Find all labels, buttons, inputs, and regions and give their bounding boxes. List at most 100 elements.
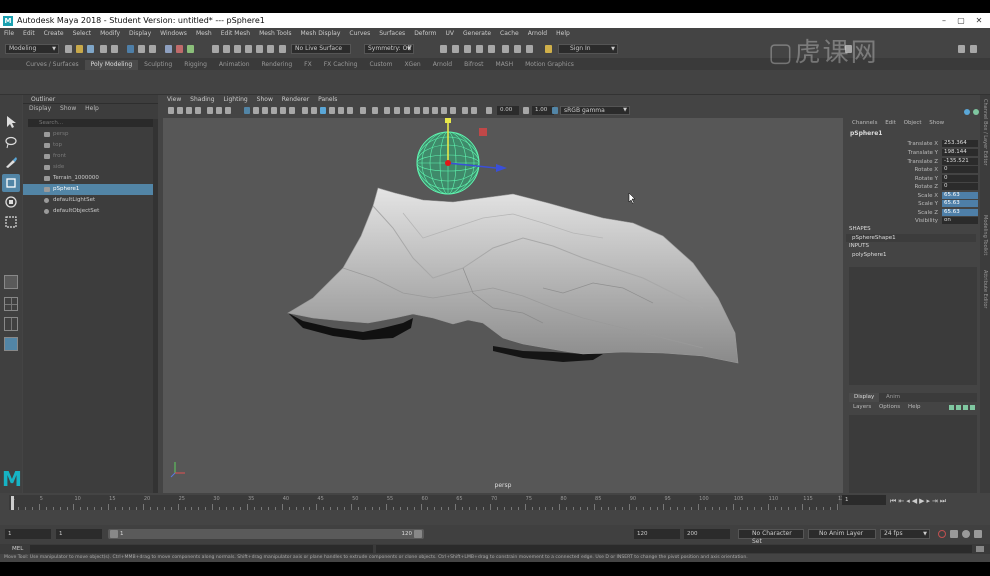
selection-mask-icon[interactable] <box>165 45 172 53</box>
playback-start-field[interactable]: 1 <box>56 529 102 539</box>
attr-scale-y[interactable]: Scale Y 65.63 <box>846 200 980 208</box>
script-editor-icon[interactable] <box>976 546 984 552</box>
new-scene-icon[interactable] <box>65 45 72 53</box>
shelf-tab-arnold[interactable]: Arnold <box>427 60 458 70</box>
exposure-icon[interactable] <box>404 107 410 114</box>
attr-value[interactable]: 65.63 <box>942 209 978 216</box>
attr-value[interactable]: 0 <box>942 183 978 190</box>
menu-mesh-display[interactable]: Mesh Display <box>301 30 341 37</box>
playback-end-field[interactable]: 120 <box>634 529 680 539</box>
select-hierarchy-icon[interactable] <box>127 45 134 53</box>
current-time-marker[interactable] <box>11 496 14 510</box>
shelf-tab-mash[interactable]: MASH <box>490 60 520 70</box>
layer-icons[interactable] <box>949 405 975 410</box>
channel-box-menu-object[interactable]: Object <box>904 120 922 126</box>
sign-in-dropdown[interactable]: Sign In ▼ <box>558 44 618 54</box>
attr-value[interactable]: -135.521 <box>942 158 978 165</box>
menu-help[interactable]: Help <box>556 30 570 37</box>
redo-icon[interactable] <box>111 45 118 53</box>
viewport-menu-view[interactable]: View <box>167 96 181 103</box>
channel-box-menu-show[interactable]: Show <box>929 120 944 126</box>
menu-mesh-tools[interactable]: Mesh Tools <box>259 30 291 37</box>
layer-menu-options[interactable]: Options <box>879 404 900 410</box>
outliner-menu-help[interactable]: Help <box>85 105 99 112</box>
rotate-tool-icon[interactable] <box>4 195 18 209</box>
layer-menu-help[interactable]: Help <box>908 404 921 410</box>
exposure-icon[interactable] <box>414 107 420 114</box>
bookmark-icon[interactable] <box>186 107 192 114</box>
xray-active-icon[interactable] <box>384 107 390 114</box>
two-pane-layout-icon[interactable] <box>4 317 18 331</box>
render-icon[interactable] <box>440 45 447 53</box>
play-icon[interactable] <box>514 45 521 53</box>
single-pane-layout-icon[interactable] <box>4 275 18 289</box>
menu-file[interactable]: File <box>4 30 14 37</box>
attr-scale-z[interactable]: Scale Z 65.63 <box>846 209 980 217</box>
menu-uv[interactable]: UV <box>446 30 455 37</box>
menu-surfaces[interactable]: Surfaces <box>379 30 405 37</box>
motion-blur-icon[interactable] <box>329 107 335 114</box>
exposure-icon[interactable] <box>394 107 400 114</box>
resolution-gate-icon[interactable] <box>225 107 231 114</box>
channel-box-menu-channels[interactable]: Channels <box>852 120 877 126</box>
select-component-icon[interactable] <box>149 45 156 53</box>
exposure-icon[interactable] <box>441 107 447 114</box>
gamma-field[interactable]: 1.00 <box>532 106 554 115</box>
mask-icon[interactable] <box>176 45 183 53</box>
move-tool-button[interactable] <box>2 174 20 192</box>
layer-menu-layers[interactable]: Layers <box>853 404 871 410</box>
outliner-item-side[interactable]: side <box>23 162 158 173</box>
scale-tool-icon[interactable] <box>4 215 18 229</box>
ambient-occlusion-icon[interactable] <box>320 107 326 114</box>
live-surface-field[interactable]: No Live Surface <box>291 44 351 54</box>
attr-translate-z[interactable]: Translate Z -135.521 <box>846 158 980 166</box>
menu-curves[interactable]: Curves <box>349 30 370 37</box>
shelf-tab-custom[interactable]: Custom <box>363 60 398 70</box>
textured-icon[interactable] <box>271 107 277 114</box>
outliner-item-top[interactable]: top <box>23 140 158 151</box>
shadows-icon[interactable] <box>289 107 295 114</box>
select-object-icon[interactable] <box>138 45 145 53</box>
outliner-item-persp[interactable]: persp <box>23 129 158 140</box>
time-ruler[interactable]: 1510152025303540455055606570758085909510… <box>9 495 848 510</box>
render-icon[interactable] <box>452 45 459 53</box>
outliner-item-default-object-set[interactable]: defaultObjectSet <box>23 206 158 217</box>
fps-dropdown[interactable]: 24 fps ▼ <box>880 529 930 539</box>
four-pane-layout-icon[interactable] <box>4 297 18 311</box>
start-time-field[interactable]: 1 <box>5 529 51 539</box>
grid-icon[interactable] <box>207 107 213 114</box>
depth-of-field-icon[interactable] <box>347 107 353 114</box>
shelf-tab-rendering[interactable]: Rendering <box>256 60 299 70</box>
side-tab-channel-box[interactable]: Channel Box / Layer Editor <box>982 99 988 166</box>
exposure-icon[interactable] <box>423 107 429 114</box>
outliner-item-default-light-set[interactable]: defaultLightSet <box>23 195 158 206</box>
anti-aliasing-icon[interactable] <box>338 107 344 114</box>
paint-select-tool-icon[interactable] <box>4 155 18 169</box>
menu-cache[interactable]: Cache <box>500 30 519 37</box>
go-to-end-icon[interactable]: ⏭ <box>940 497 948 505</box>
input-node[interactable]: polySphere1 <box>846 251 976 259</box>
exposure-field[interactable]: 0.00 <box>497 106 519 115</box>
step-forward-key-icon[interactable]: ⇥ <box>932 497 940 505</box>
render-icon[interactable] <box>464 45 471 53</box>
step-back-key-icon[interactable]: ⇤ <box>898 497 906 505</box>
shelf-tab-fx[interactable]: FX <box>298 60 318 70</box>
layer-editor-icon[interactable] <box>973 109 979 115</box>
camera-attr-icon[interactable] <box>177 107 183 114</box>
snap-surface-icon[interactable] <box>256 45 263 53</box>
outliner-search-input[interactable]: Search... <box>28 119 156 127</box>
end-time-field[interactable]: 200 <box>684 529 730 539</box>
close-icon[interactable]: ✕ <box>972 13 986 28</box>
shelf-tab-xgen[interactable]: XGen <box>398 60 426 70</box>
menu-deform[interactable]: Deform <box>414 30 436 37</box>
shelf-tab-sculpting[interactable]: Sculpting <box>138 60 178 70</box>
exposure-icon[interactable] <box>462 107 468 114</box>
render-icon[interactable] <box>488 45 495 53</box>
outliner-menu-show[interactable]: Show <box>60 105 76 112</box>
menu-edit-mesh[interactable]: Edit Mesh <box>221 30 250 37</box>
snap-curve-icon[interactable] <box>223 45 230 53</box>
open-scene-icon[interactable] <box>76 45 83 53</box>
isolate-icon[interactable] <box>360 107 366 114</box>
symmetry-dropdown[interactable]: Symmetry: Off ▼ <box>364 44 414 54</box>
side-tab-modeling-toolkit[interactable]: Modeling Toolkit <box>982 215 988 255</box>
